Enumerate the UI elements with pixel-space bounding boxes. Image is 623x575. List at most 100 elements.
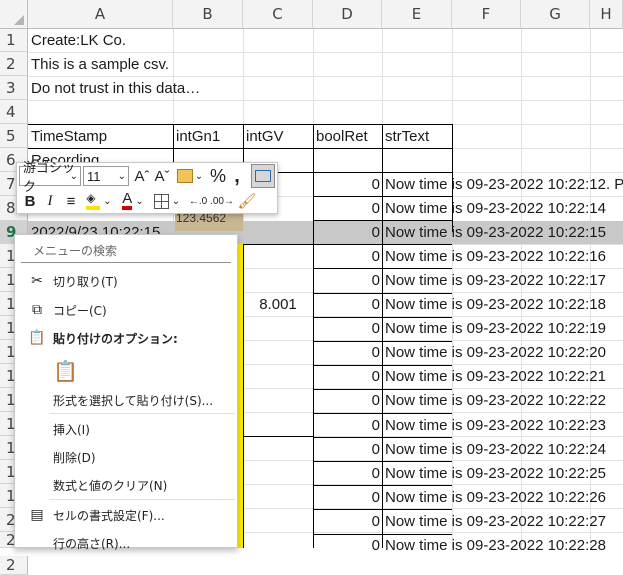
cell-border	[243, 244, 244, 548]
merge-center-icon	[255, 170, 271, 182]
italic-button[interactable]: I	[41, 190, 59, 212]
grow-font-button[interactable]: Aˆ	[133, 166, 151, 186]
row-header[interactable]: 5	[0, 124, 28, 148]
borders-button[interactable]: ⌄	[151, 190, 183, 212]
column-header-c[interactable]: C	[243, 0, 313, 29]
cell-border	[243, 436, 313, 437]
cell-strtext[interactable]: Now time is 09-23-2022 10:22:28	[382, 534, 622, 558]
font-size-select[interactable]: 11 ⌄	[83, 166, 129, 186]
cell-strtext[interactable]: Now time is 09-23-2022 10:22:17	[382, 268, 622, 292]
cell-boolret[interactable]: 0	[313, 485, 382, 509]
cell-boolret[interactable]: 0	[313, 196, 382, 220]
cell-a2[interactable]: This is a sample csv.	[28, 52, 178, 76]
cell-strtext[interactable]: Now time is 09-23-2022 10:22:19	[382, 317, 622, 341]
cell-boolret[interactable]: 0	[313, 534, 382, 558]
menu-item-paste-options: 📋 貼り付けのオプション:	[15, 324, 237, 352]
cell-strtext[interactable]: Now time is 09-23-2022 10:22:20	[382, 341, 622, 365]
cell-boolret[interactable]: 0	[313, 317, 382, 341]
cell-boolret[interactable]: 0	[313, 509, 382, 533]
cell-e5[interactable]: strText	[382, 124, 452, 148]
select-all-corner[interactable]	[0, 0, 28, 29]
menu-search-input[interactable]: メニューの検索	[21, 239, 231, 263]
cell-strtext[interactable]: Now time is 09-23-2022 10:22:15	[382, 220, 622, 244]
menu-item-insert[interactable]: 挿入(I)	[15, 415, 237, 443]
cell-strtext[interactable]: Now time is 09-23-2022 10:22:14	[382, 196, 622, 220]
format-painter-button[interactable]: 🖌	[237, 190, 257, 212]
decrease-decimal-button[interactable]: .00→	[210, 190, 234, 212]
row-header[interactable]: 3	[0, 76, 28, 100]
cell-strtext[interactable]: Now time is 09-23-2022 10:22:26	[382, 485, 622, 509]
row-header[interactable]: 4	[0, 100, 28, 124]
bold-button[interactable]: B	[21, 190, 39, 212]
cell-strtext[interactable]: Now time is 09-23-2022 10:22:25	[382, 461, 622, 485]
cell-boolret[interactable]: 0	[313, 437, 382, 461]
cell-boolret[interactable]: 0	[313, 244, 382, 268]
fill-color-button[interactable]: ◈ ⌄	[83, 190, 115, 212]
row-header[interactable]: 2	[0, 556, 28, 575]
menu-item-row-height[interactable]: 行の高さ(R)...	[15, 529, 237, 557]
column-header-g[interactable]: G	[521, 0, 590, 29]
increase-decimal-icon: ←.0	[188, 195, 208, 207]
accounting-format-button[interactable]: ⌄	[175, 166, 205, 186]
cell-boolret[interactable]: 0	[313, 413, 382, 437]
cell-d5[interactable]: boolRet	[313, 124, 382, 148]
cell-strtext[interactable]: Now time is 09-23-2022 10:22:18	[382, 293, 622, 317]
cell-c-merged[interactable]: 8.001	[243, 292, 313, 316]
cell-a1[interactable]: Create:LK Co.	[28, 29, 178, 52]
cell-boolret[interactable]: 0	[313, 220, 382, 244]
cell-boolret[interactable]: 0	[313, 365, 382, 389]
row-header[interactable]: 1	[0, 29, 28, 52]
comma-style-button[interactable]: ,	[229, 165, 245, 187]
cell-boolret[interactable]: 0	[313, 172, 382, 196]
font-name-select[interactable]: 游ゴシック ⌄	[19, 160, 81, 194]
menu-item-paste-special[interactable]: 形式を選択して貼り付け(S)...	[15, 386, 237, 414]
cell-a3[interactable]: Do not trust in this data…	[28, 76, 200, 100]
format-cells-icon: ▤	[30, 507, 44, 523]
cell-boolret[interactable]: 0	[313, 341, 382, 365]
context-menu: メニューの検索 ✂ 切り取り(T) ⧉ コピー(C) 📋 貼り付けのオプション: 📋 …	[14, 234, 238, 551]
cell-boolret[interactable]: 0	[313, 461, 382, 485]
menu-item-cut[interactable]: ✂ 切り取り(T)	[15, 267, 237, 295]
cell-boolret[interactable]: 0	[313, 268, 382, 292]
cell-a5[interactable]: TimeStamp	[28, 124, 174, 148]
font-color-button[interactable]: A ⌄	[117, 190, 149, 212]
menu-separator	[49, 413, 235, 414]
cell-b5[interactable]: intGn1	[173, 124, 243, 148]
column-header-b[interactable]: B	[173, 0, 243, 29]
cell-border	[382, 124, 383, 172]
column-header-e[interactable]: E	[382, 0, 452, 29]
cell-strtext[interactable]: Now time is 09-23-2022 10:22:24	[382, 437, 622, 461]
mini-toolbar: 游ゴシック ⌄ 11 ⌄ Aˆ Aˇ ⌄ % , B I ≡ ◈ ⌄ A ⌄ ⌄ ←.0…	[16, 160, 278, 214]
cell-strtext[interactable]: Now time is 09-23-2022 10:22:27	[382, 509, 622, 533]
cell-strtext[interactable]: Now time is 09-23-2022 10:22:16	[382, 244, 622, 268]
cell-border	[313, 124, 314, 172]
menu-item-copy[interactable]: ⧉ コピー(C)	[15, 296, 237, 324]
column-header-f[interactable]: F	[452, 0, 521, 29]
cell-strtext[interactable]: Now time is 09-23-2022 10:22:21	[382, 365, 622, 389]
menu-item-format-cells[interactable]: ▤ セルの書式設定(F)...	[15, 501, 237, 529]
menu-item-label: 行の高さ(R)...	[53, 536, 131, 551]
paste-button[interactable]: 📋	[15, 355, 237, 387]
cell-boolret[interactable]: 0	[313, 293, 382, 317]
column-header-d[interactable]: D	[313, 0, 382, 29]
merge-center-button[interactable]	[251, 164, 275, 188]
chevron-down-icon: ⌄	[194, 170, 204, 182]
menu-search-placeholder: メニューの検索	[33, 244, 118, 258]
menu-item-delete[interactable]: 削除(D)	[15, 443, 237, 471]
percent-button[interactable]: %	[209, 166, 227, 186]
column-header-a[interactable]: A	[28, 0, 173, 29]
menu-item-clear[interactable]: 数式と値のクリア(N)	[15, 471, 237, 499]
column-header-h[interactable]: H	[590, 0, 623, 29]
align-center-button[interactable]: ≡	[61, 190, 81, 212]
paint-bucket-icon: ◈	[86, 192, 101, 210]
cell-boolret[interactable]: 0	[313, 389, 382, 413]
increase-decimal-button[interactable]: ←.0	[187, 190, 209, 212]
cell-c5[interactable]: intGV	[243, 124, 313, 148]
row-header[interactable]: 2	[0, 52, 28, 76]
cell-strtext[interactable]: Now time is 09-23-2022 10:22:22	[382, 389, 622, 413]
cell-strtext[interactable]: Now time is 09-23-2022 10:22:23	[382, 413, 622, 437]
select-all-triangle-icon	[14, 15, 24, 25]
cell-strtext[interactable]: Now time is 09-23-2022 10:22:12. P	[382, 172, 623, 196]
clipboard-icon: 📋	[28, 330, 46, 346]
shrink-font-button[interactable]: Aˇ	[153, 166, 171, 186]
